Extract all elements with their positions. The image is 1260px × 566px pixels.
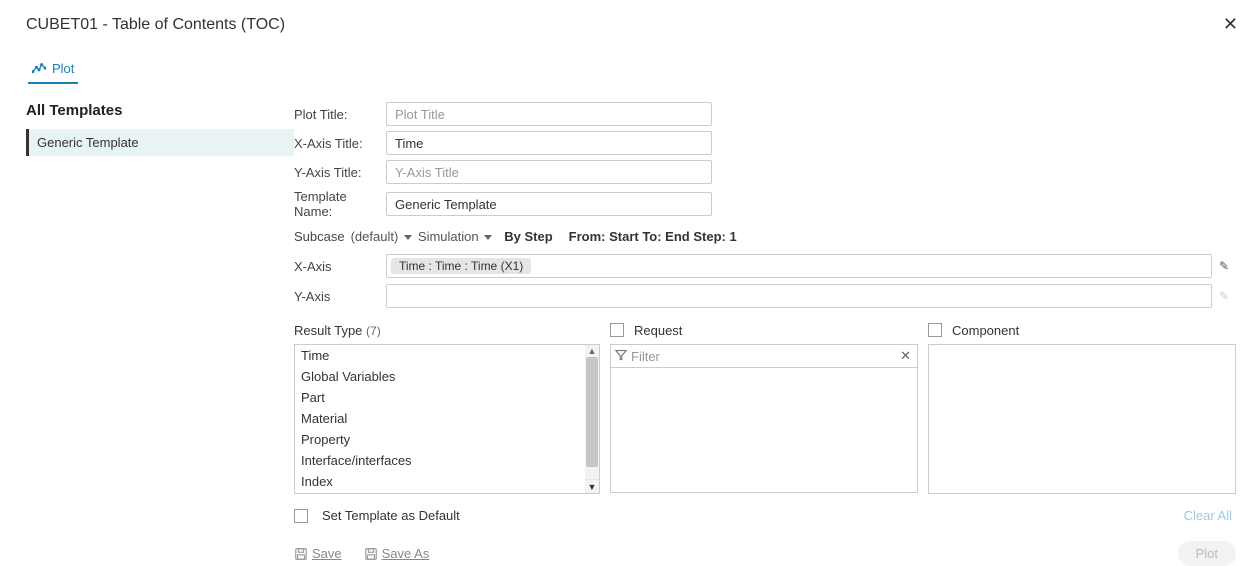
x-axis-title-input[interactable] xyxy=(386,131,712,155)
x-axis-field[interactable]: Time : Time : Time (X1) xyxy=(386,254,1212,278)
sidebar-title: All Templates xyxy=(26,102,294,119)
sidebar-item-generic-template[interactable]: Generic Template xyxy=(26,129,294,156)
result-type-list[interactable]: TimeGlobal VariablesPartMaterialProperty… xyxy=(294,344,600,494)
filter-icon xyxy=(615,349,627,364)
plot-title-label: Plot Title: xyxy=(294,107,386,122)
scroll-thumb[interactable] xyxy=(586,357,598,467)
request-list[interactable] xyxy=(610,367,918,493)
component-list[interactable] xyxy=(928,344,1236,494)
close-icon[interactable]: ✕ xyxy=(1219,14,1242,35)
by-step-label: By Step xyxy=(504,229,552,244)
list-item[interactable]: Global Variables xyxy=(295,366,585,387)
y-axis-title-label: Y-Axis Title: xyxy=(294,165,386,180)
save-button[interactable]: Save xyxy=(294,546,342,561)
set-default-label: Set Template as Default xyxy=(322,508,460,523)
page-title: CUBET01 - Table of Contents (TOC) xyxy=(26,16,285,34)
edit-x-axis-icon[interactable]: ✎ xyxy=(1212,259,1236,273)
y-axis-field[interactable] xyxy=(386,284,1212,308)
request-header: Request xyxy=(634,323,682,338)
x-axis-label: X-Axis xyxy=(294,259,386,274)
result-type-header: Result Type (7) xyxy=(294,323,381,338)
chevron-down-icon xyxy=(484,235,492,240)
plot-icon xyxy=(32,62,46,76)
plot-button[interactable]: Plot xyxy=(1178,541,1236,566)
list-item[interactable]: Time xyxy=(295,345,585,366)
x-axis-title-label: X-Axis Title: xyxy=(294,136,386,151)
scroll-up-icon[interactable]: ▲ xyxy=(585,345,599,357)
subcase-label: Subcase xyxy=(294,229,345,244)
chevron-down-icon xyxy=(404,235,412,240)
tab-label: Plot xyxy=(52,61,74,76)
component-header: Component xyxy=(952,323,1019,338)
save-icon xyxy=(294,547,308,561)
component-checkbox[interactable] xyxy=(928,323,942,337)
subcase-dropdown[interactable]: (default) xyxy=(351,229,412,244)
save-as-icon xyxy=(364,547,378,561)
list-item[interactable]: Property xyxy=(295,429,585,450)
y-axis-title-input[interactable] xyxy=(386,160,712,184)
list-item[interactable]: Material xyxy=(295,408,585,429)
x-axis-chip: Time : Time : Time (X1) xyxy=(391,258,531,274)
clear-filter-icon[interactable]: ✕ xyxy=(898,348,913,364)
request-filter-input[interactable] xyxy=(627,349,898,364)
step-range: From: Start To: End Step: 1 xyxy=(569,229,737,244)
tab-plot[interactable]: Plot xyxy=(28,57,78,84)
list-item[interactable]: Index xyxy=(295,471,585,492)
scrollbar[interactable]: ▲ xyxy=(585,345,599,479)
request-filter[interactable]: ✕ xyxy=(610,344,918,368)
plot-title-input[interactable] xyxy=(386,102,712,126)
list-item[interactable]: Part xyxy=(295,387,585,408)
request-checkbox[interactable] xyxy=(610,323,624,337)
clear-all-link[interactable]: Clear All xyxy=(1184,508,1232,523)
y-axis-label: Y-Axis xyxy=(294,289,386,304)
chevron-down-icon[interactable]: ▼ xyxy=(585,479,599,493)
template-name-label: Template Name: xyxy=(294,189,386,219)
template-name-input[interactable] xyxy=(386,192,712,216)
simulation-dropdown[interactable]: Simulation xyxy=(418,229,492,244)
edit-y-axis-icon: ✎ xyxy=(1212,289,1236,303)
list-item[interactable]: Interface/interfaces xyxy=(295,450,585,471)
subcase-row: Subcase (default) Simulation By Step Fro… xyxy=(294,229,1236,244)
save-as-button[interactable]: Save As xyxy=(364,546,430,561)
set-default-checkbox[interactable] xyxy=(294,509,308,523)
